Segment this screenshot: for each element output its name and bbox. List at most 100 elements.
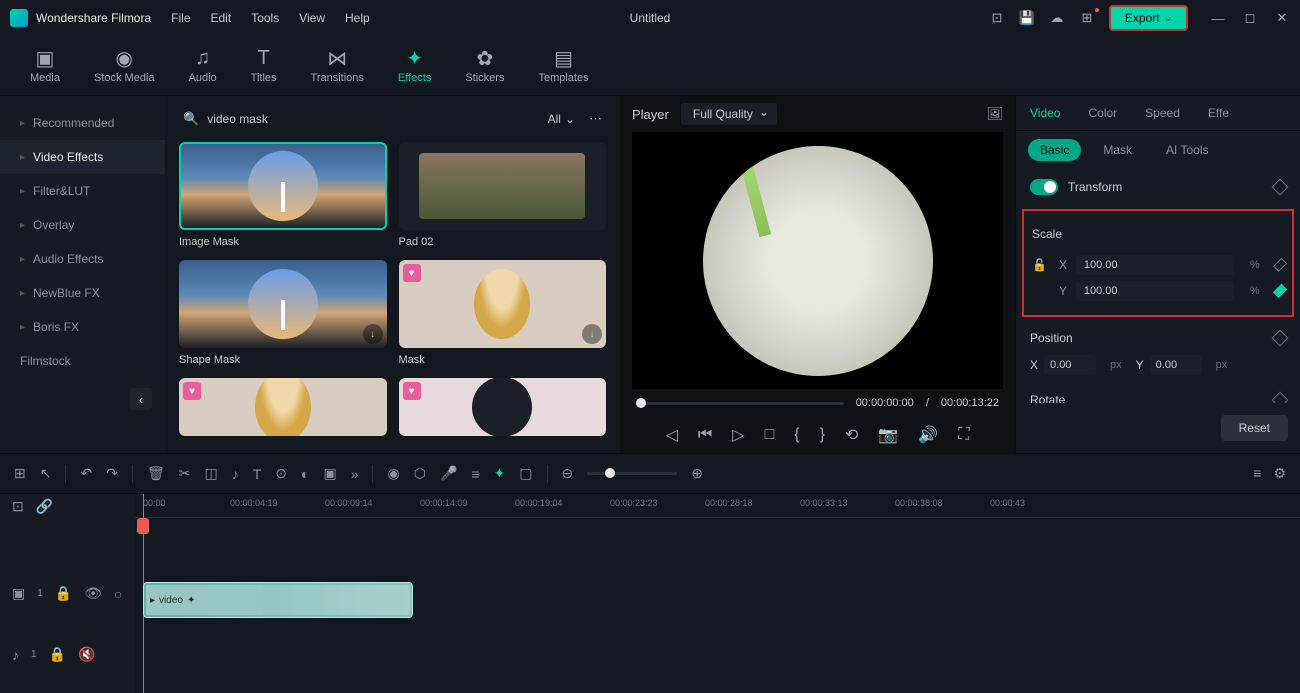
tool-cursor-icon[interactable]: ↖ — [40, 465, 52, 482]
adjust-icon[interactable]: ▣ — [323, 465, 336, 482]
sidebar-item-filter-lut[interactable]: ▸Filter&LUT — [0, 174, 165, 208]
subtab-mask[interactable]: Mask — [1091, 139, 1144, 161]
tab-color[interactable]: Color — [1074, 96, 1131, 130]
effect-partial-2[interactable]: ♥ — [399, 378, 607, 436]
timeline-ruler[interactable]: 00:00 00:00:04:19 00:00:09:14 00:00:14:0… — [135, 494, 1300, 518]
collapse-sidebar-button[interactable]: ‹ — [130, 388, 152, 410]
mark-in-button[interactable]: { — [794, 426, 799, 444]
position-y-input[interactable] — [1150, 355, 1202, 375]
tool-stock-media[interactable]: ◉Stock Media — [94, 48, 155, 84]
zoom-slider[interactable] — [587, 472, 677, 475]
sidebar-item-recommended[interactable]: ▸Recommended — [0, 106, 165, 140]
scale-x-input[interactable] — [1076, 255, 1234, 275]
more-icon[interactable]: ⋯ — [589, 111, 602, 127]
color-icon[interactable]: ◐ — [301, 466, 309, 482]
scale-x-keyframe[interactable] — [1273, 258, 1287, 272]
cloud-icon[interactable]: ☁ — [1049, 10, 1065, 26]
position-x-input[interactable] — [1044, 355, 1096, 375]
tool-grid-icon[interactable]: ⊞ — [14, 465, 26, 482]
track-lock-icon[interactable]: 🔒 — [55, 585, 72, 602]
track-mute-icon[interactable]: 🔇 — [78, 646, 95, 663]
tool-titles[interactable]: TTitles — [251, 48, 277, 84]
position-keyframe[interactable] — [1272, 330, 1289, 347]
frame-icon[interactable]: ▢ — [519, 465, 532, 482]
effect-shape-mask[interactable]: ↓ Shape Mask — [179, 260, 387, 366]
speed-icon[interactable]: ⊙ — [275, 465, 287, 482]
mark-out-button[interactable]: } — [820, 426, 825, 444]
prev-clip-button[interactable]: ◁ — [666, 425, 678, 445]
tab-effects[interactable]: Effe — [1194, 96, 1243, 130]
link-icon[interactable]: ⊡ — [12, 498, 24, 515]
menu-view[interactable]: View — [299, 11, 325, 25]
maximize-icon[interactable]: ◻ — [1242, 10, 1258, 26]
tool-stickers[interactable]: ✿Stickers — [465, 48, 504, 84]
transform-toggle[interactable] — [1030, 179, 1058, 195]
search-input[interactable] — [207, 112, 533, 126]
menu-file[interactable]: File — [171, 11, 190, 25]
scale-y-input[interactable] — [1076, 281, 1234, 301]
zoom-in-icon[interactable]: ⊕ — [691, 465, 703, 482]
tool-effects[interactable]: ✦Effects — [398, 48, 431, 84]
tool-transitions[interactable]: ⋈Transitions — [311, 48, 364, 84]
video-preview[interactable] — [632, 132, 1003, 389]
audio-mix-icon[interactable]: ≡ — [471, 466, 479, 482]
filter-all-dropdown[interactable]: All ⌄ — [542, 110, 581, 128]
tool-templates[interactable]: ▤Templates — [538, 48, 588, 84]
subtab-ai-tools[interactable]: AI Tools — [1154, 139, 1220, 161]
tool-audio[interactable]: ♫Audio — [189, 48, 217, 84]
transform-keyframe[interactable] — [1272, 179, 1289, 196]
step-back-button[interactable]: ⏮ — [698, 426, 712, 444]
menu-tools[interactable]: Tools — [251, 11, 279, 25]
tool-media[interactable]: ▣Media — [30, 48, 60, 84]
lock-icon[interactable]: 🔓 — [1032, 258, 1047, 272]
chain-icon[interactable]: 🔗 — [36, 498, 53, 515]
tab-video[interactable]: Video — [1016, 96, 1074, 130]
shield-icon[interactable]: ⬡ — [414, 465, 426, 482]
track-lock-icon[interactable]: 🔒 — [49, 646, 66, 663]
loop-button[interactable]: ⟲ — [845, 425, 858, 445]
more-tools-icon[interactable]: » — [351, 466, 359, 482]
sidebar-item-filmstock[interactable]: Filmstock — [0, 344, 165, 378]
settings-icon[interactable]: ⚙ — [1273, 465, 1286, 482]
camera-icon[interactable]: 📷 — [878, 425, 898, 445]
text-icon[interactable]: T — [253, 466, 262, 482]
track-visibility-icon[interactable]: 👁 — [84, 585, 102, 602]
close-icon[interactable]: ✕ — [1274, 10, 1290, 26]
list-view-icon[interactable]: ≡ — [1253, 465, 1261, 482]
play-button[interactable]: ▷ — [732, 425, 744, 445]
reset-button[interactable]: Reset — [1221, 415, 1288, 441]
sidebar-item-video-effects[interactable]: ▸Video Effects — [0, 140, 165, 174]
rotate-keyframe[interactable] — [1272, 392, 1289, 403]
quality-dropdown[interactable]: Full Quality — [681, 103, 777, 125]
mic-icon[interactable]: 🎤 — [440, 465, 457, 482]
delete-icon[interactable]: 🗑 — [147, 465, 165, 482]
effect-mask[interactable]: ♥↓ Mask — [399, 260, 607, 366]
scale-y-keyframe[interactable] — [1273, 284, 1287, 298]
crop-icon[interactable]: ◫ — [204, 465, 217, 482]
effect-partial-1[interactable]: ♥ — [179, 378, 387, 436]
timeline-tracks[interactable]: 00:00 00:00:04:19 00:00:09:14 00:00:14:0… — [135, 494, 1300, 693]
menu-edit[interactable]: Edit — [211, 11, 232, 25]
apps-icon[interactable]: ⊞ — [1079, 10, 1095, 26]
layout-icon[interactable]: ⊡ — [989, 10, 1005, 26]
marker-icon[interactable]: ◉ — [387, 465, 399, 482]
sidebar-item-overlay[interactable]: ▸Overlay — [0, 208, 165, 242]
export-button[interactable]: Export⌄ — [1109, 5, 1188, 31]
snapshot-icon[interactable]: 🖼 — [987, 106, 1003, 122]
save-icon[interactable]: 💾 — [1019, 10, 1035, 26]
split-icon[interactable]: ✦ — [494, 465, 506, 482]
effect-pad-02[interactable]: Pad 02 — [399, 142, 607, 248]
track-mute-icon[interactable]: ○ — [114, 586, 122, 602]
fullscreen-icon[interactable]: ⛶ — [958, 426, 969, 444]
playback-scrubber[interactable] — [636, 402, 844, 405]
subtab-basic[interactable]: Basic — [1028, 139, 1081, 161]
music-icon[interactable]: ♪ — [232, 466, 239, 482]
zoom-out-icon[interactable]: ⊖ — [562, 465, 574, 482]
timeline-clip[interactable]: ▸ video ✦ — [143, 582, 413, 618]
cut-icon[interactable]: ✂ — [179, 465, 191, 482]
volume-icon[interactable]: 🔊 — [918, 425, 938, 445]
sidebar-item-newblue[interactable]: ▸NewBlue FX — [0, 276, 165, 310]
tab-speed[interactable]: Speed — [1131, 96, 1194, 130]
minimize-icon[interactable]: — — [1210, 10, 1226, 26]
menu-help[interactable]: Help — [345, 11, 370, 25]
